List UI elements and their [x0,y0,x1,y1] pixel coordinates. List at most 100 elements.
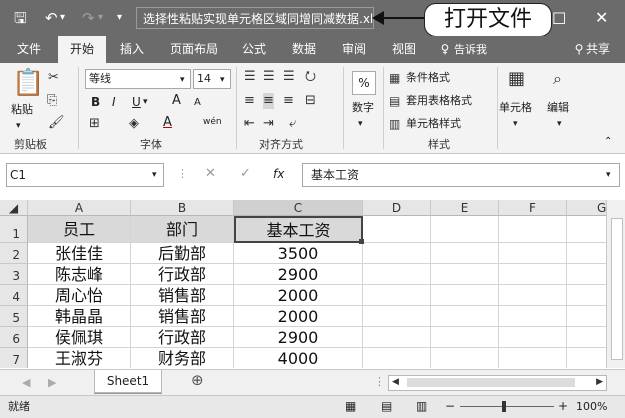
expand-formula-icon[interactable]: ▾ [606,168,611,182]
undo-dropdown-icon[interactable]: ▾ [60,9,65,27]
zoom-out-button[interactable]: − [445,399,455,413]
empty-cell[interactable] [431,285,499,306]
empty-cell[interactable] [431,216,499,243]
editing-dropdown-icon[interactable]: ▾ [557,117,562,131]
increase-font-button[interactable]: A [172,94,181,108]
align-right-icon[interactable]: ≡ [283,93,294,109]
tab-home[interactable]: 开始 [58,36,106,63]
zoom-in-button[interactable]: + [558,399,568,413]
cells-dropdown-icon[interactable]: ▾ [513,117,518,131]
empty-cell[interactable] [431,243,499,264]
table-cell[interactable]: 2000 [234,285,363,306]
scroll-right-icon[interactable]: ▶ [596,377,603,387]
close-icon[interactable]: ✕ [595,9,608,27]
column-header-a[interactable]: A [28,200,131,216]
name-box-dropdown-icon[interactable]: ▾ [152,168,157,182]
row-header[interactable]: 7 [0,348,28,368]
column-header-e[interactable]: E [431,200,499,216]
empty-cell[interactable] [567,285,606,306]
percent-icon[interactable]: % [352,71,376,95]
sheet-tab-sheet1[interactable]: Sheet1 [94,370,162,393]
empty-cell[interactable] [431,327,499,348]
fill-handle[interactable] [359,239,364,244]
splitter-icon[interactable]: ⋮ [374,375,385,389]
paste-dropdown-icon[interactable]: ▾ [16,119,21,133]
empty-cell[interactable] [363,348,431,368]
font-color-button[interactable]: A [163,116,172,130]
table-cell[interactable]: 2900 [234,264,363,285]
cells-icon[interactable]: ▦ [508,70,525,88]
collapse-ribbon-icon[interactable]: ⌃ [604,135,612,149]
tab-page-layout[interactable]: 页面布局 [162,36,226,63]
name-box[interactable]: C1 [6,163,164,187]
table-cell[interactable]: 韩晶晶 [28,306,131,327]
cell-style-icon[interactable]: ▥ [389,116,400,132]
empty-cell[interactable] [363,264,431,285]
cancel-icon[interactable]: ✕ [205,167,216,181]
empty-cell[interactable] [431,348,499,368]
align-middle-icon[interactable]: ☰ [263,69,275,85]
formula-input[interactable]: 基本工资 [302,163,620,187]
tab-formulas[interactable]: 公式 [234,36,274,63]
copy-icon[interactable]: ⎘ [47,93,57,109]
hscroll-thumb[interactable] [407,378,575,387]
share-button[interactable]: 共享 [586,36,622,63]
table-cell[interactable]: 财务部 [131,348,234,368]
table-cell[interactable]: 行政部 [131,264,234,285]
zoom-level[interactable]: 100% [576,400,607,414]
increase-indent-icon[interactable]: ⇥ [263,116,274,132]
underline-button[interactable]: U [132,95,141,109]
tell-me[interactable]: 告诉我 [454,36,502,63]
tab-file[interactable]: 文件 [6,36,52,63]
maximize-icon[interactable]: ☐ [552,10,566,28]
empty-cell[interactable] [567,348,606,368]
scroll-thumb[interactable] [611,218,623,360]
select-all-corner[interactable]: ◢ [0,200,28,216]
table-format-button[interactable]: 套用表格格式 [406,94,472,108]
empty-cell[interactable] [567,306,606,327]
sheet-prev-icon[interactable]: ◀ [22,376,30,390]
paste-icon[interactable]: 📋 [12,69,44,97]
decrease-indent-icon[interactable]: ⇤ [244,116,255,132]
table-cell[interactable]: 后勤部 [131,243,234,264]
bold-button[interactable]: B [91,95,100,109]
vertical-scrollbar[interactable] [606,200,625,368]
cut-icon[interactable]: ✂ [48,70,59,86]
column-header-b[interactable]: B [131,200,234,216]
empty-cell[interactable] [499,306,567,327]
tab-insert[interactable]: 插入 [112,36,152,63]
redo-dropdown-icon[interactable]: ▾ [98,9,103,27]
table-cell[interactable]: 2900 [234,327,363,348]
quick-access-dropdown-icon[interactable]: ▾ [117,9,122,27]
empty-cell[interactable] [499,348,567,368]
align-left-icon[interactable]: ≡ [244,93,255,109]
empty-cell[interactable] [363,285,431,306]
empty-cell[interactable] [363,243,431,264]
empty-cell[interactable] [567,264,606,285]
zoom-slider-thumb[interactable] [502,401,506,412]
add-sheet-icon[interactable]: ⊕ [191,373,204,388]
table-cell[interactable]: 4000 [234,348,363,368]
empty-cell[interactable] [363,216,431,243]
table-cell[interactable]: 行政部 [131,327,234,348]
paste-label[interactable]: 粘贴 [11,103,33,117]
enter-icon[interactable]: ✓ [240,167,251,181]
page-layout-view-icon[interactable]: ▤ [381,399,392,413]
row-header[interactable]: 1 [0,216,28,243]
tab-view[interactable]: 视图 [384,36,424,63]
table-cell[interactable]: 销售部 [131,285,234,306]
table-cell[interactable]: 王淑芬 [28,348,131,368]
phonetic-label[interactable]: wén [203,115,222,129]
empty-cell[interactable] [499,243,567,264]
header-cell[interactable]: 部门 [131,216,234,243]
empty-cell[interactable] [363,306,431,327]
table-cell[interactable]: 侯佩琪 [28,327,131,348]
border-icon[interactable]: ⊞ [89,116,100,132]
editing-button[interactable]: 编辑 [547,101,569,115]
wrap-text-icon[interactable]: ⤶ [289,116,296,132]
cells-button[interactable]: 单元格 [499,101,532,115]
scroll-left-icon[interactable]: ◀ [392,377,399,387]
find-icon[interactable]: ⌕ [553,71,562,87]
font-name-dropdown-icon[interactable]: ▾ [180,73,185,87]
conditional-format-button[interactable]: 条件格式 [406,71,450,85]
